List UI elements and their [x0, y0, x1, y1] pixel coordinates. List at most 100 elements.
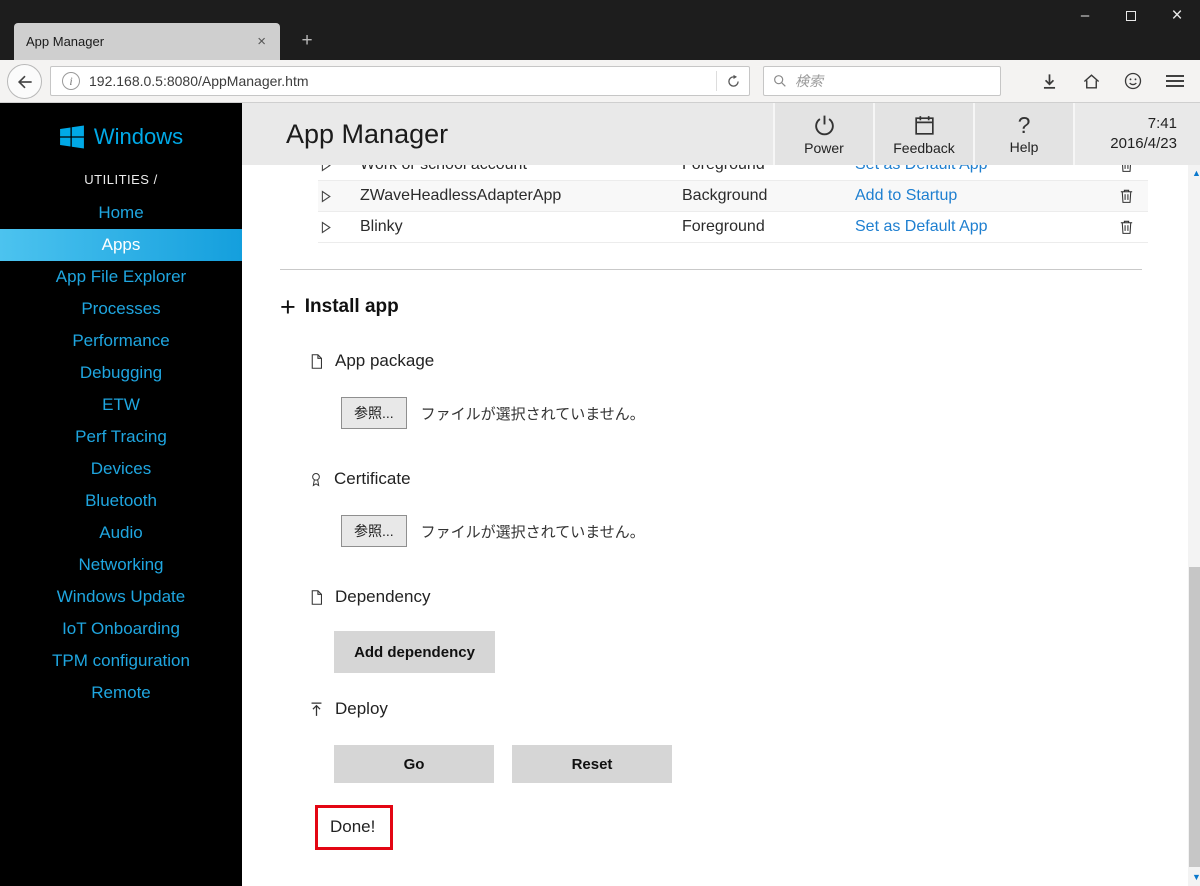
sidebar-item-devices[interactable]: Devices [0, 453, 242, 485]
sidebar-item-windows-update[interactable]: Windows Update [0, 581, 242, 613]
app-action-link[interactable]: Set as Default App [855, 165, 988, 173]
install-app-title: Install app [304, 296, 399, 317]
back-button[interactable] [7, 64, 42, 99]
search-input[interactable]: 検索 [763, 66, 1001, 96]
feedback-icon [914, 115, 934, 135]
sidebar-item-perf-tracing[interactable]: Perf Tracing [0, 421, 242, 453]
vertical-scrollbar[interactable]: ▲ ▼ [1188, 165, 1200, 886]
scroll-down-arrow[interactable]: ▼ [1188, 869, 1200, 886]
sidebar-item-home[interactable]: Home [0, 197, 242, 229]
windows-logo-icon [59, 125, 84, 149]
app-name: Work or school account [360, 165, 682, 174]
uninstall-button[interactable] [1118, 165, 1148, 174]
help-button[interactable]: ? Help [973, 103, 1073, 165]
sidebar-item-apps[interactable]: Apps [0, 229, 242, 261]
browser-tab[interactable]: App Manager × [14, 23, 280, 60]
reload-icon [727, 74, 739, 87]
deploy-label: Deploy [308, 699, 1188, 719]
power-icon [814, 115, 834, 135]
clock-date: 2016/4/23 [1110, 135, 1177, 152]
app-name: ZWaveHeadlessAdapterApp [360, 187, 562, 204]
sidebar-item-audio[interactable]: Audio [0, 517, 242, 549]
tab-close-icon[interactable]: × [255, 33, 268, 50]
installed-apps-table: Work or school account Foreground Set as… [318, 165, 1148, 243]
certificate-text: Certificate [334, 469, 411, 488]
sidebar-item-remote[interactable]: Remote [0, 677, 242, 709]
deploy-text: Deploy [335, 699, 388, 718]
app-package-browse-button[interactable]: 参照... [341, 397, 407, 429]
sidebar-item-processes[interactable]: Processes [0, 293, 242, 325]
tab-title: App Manager [26, 34, 105, 49]
windows-brand[interactable]: Windows [0, 124, 242, 150]
menu-button[interactable] [1154, 65, 1196, 97]
section-divider [280, 269, 1142, 270]
app-action-link[interactable]: Add to Startup [855, 187, 957, 204]
sidebar-item-iot-onboarding[interactable]: IoT Onboarding [0, 613, 242, 645]
help-icon: ? [1017, 112, 1031, 138]
maximize-icon [1126, 10, 1136, 21]
trash-icon [1120, 220, 1133, 234]
run-app-button[interactable] [318, 189, 360, 204]
certificate-browse-button[interactable]: 参照... [341, 515, 407, 547]
app-state: Background [682, 187, 768, 204]
browser-navbar: i 192.168.0.5:8080/AppManager.htm 検索 [0, 60, 1200, 103]
power-button[interactable]: Power [773, 103, 873, 165]
new-tab-button[interactable]: + [292, 28, 322, 54]
app-name: Blinky [360, 218, 403, 235]
sidebar-item-debugging[interactable]: Debugging [0, 357, 242, 389]
maximize-button[interactable] [1108, 0, 1154, 31]
sidebar-item-bluetooth[interactable]: Bluetooth [0, 485, 242, 517]
document-icon [311, 589, 322, 605]
back-arrow-icon [17, 75, 32, 88]
feedback-smiley-button[interactable] [1112, 65, 1154, 97]
home-button[interactable] [1070, 65, 1112, 97]
feedback-button[interactable]: Feedback [873, 103, 973, 165]
play-icon [321, 190, 331, 202]
add-dependency-button[interactable]: Add dependency [334, 631, 495, 673]
clock: 7:41 2016/4/23 [1073, 103, 1200, 165]
site-info-icon[interactable]: i [62, 72, 80, 90]
uninstall-button[interactable] [1118, 218, 1148, 236]
window-controls: – × [1062, 0, 1200, 31]
device-portal-page: Windows UTILITIES / Home Apps App File E… [0, 103, 1200, 886]
sidebar-nav: Home Apps App File Explorer Processes Pe… [0, 197, 242, 709]
navbar-icons [1028, 65, 1196, 97]
sidebar: Windows UTILITIES / Home Apps App File E… [0, 103, 242, 886]
upload-icon [311, 701, 322, 716]
main-column: App Manager Power Feedback ? Help 7:41 2… [242, 103, 1200, 886]
sidebar-item-performance[interactable]: Performance [0, 325, 242, 357]
reset-button[interactable]: Reset [512, 745, 672, 783]
dependency-text: Dependency [335, 587, 431, 606]
uninstall-button[interactable] [1118, 187, 1148, 205]
url-text[interactable]: 192.168.0.5:8080/AppManager.htm [89, 73, 716, 89]
smiley-icon [1124, 72, 1142, 90]
app-package-label: App package [308, 351, 1188, 371]
help-label: Help [1009, 139, 1039, 155]
app-action-link[interactable]: Set as Default App [855, 218, 988, 235]
run-app-button[interactable] [318, 220, 360, 235]
scroll-up-arrow[interactable]: ▲ [1188, 165, 1200, 182]
done-status-badge: Done! [315, 805, 394, 850]
download-icon [1043, 73, 1055, 89]
scrollbar-thumb[interactable] [1189, 567, 1200, 867]
certificate-no-file-text: ファイルが選択されていません。 [420, 523, 645, 541]
close-button[interactable]: × [1154, 0, 1200, 31]
sidebar-item-tpm-configuration[interactable]: TPM configuration [0, 645, 242, 677]
sidebar-item-app-file-explorer[interactable]: App File Explorer [0, 261, 242, 293]
downloads-button[interactable] [1028, 65, 1070, 97]
table-row: Blinky Foreground Set as Default App [318, 212, 1148, 243]
reload-button[interactable] [717, 67, 749, 95]
go-button[interactable]: Go [334, 745, 494, 783]
trash-icon [1122, 165, 1131, 172]
run-app-button[interactable] [318, 165, 360, 173]
play-icon [321, 165, 331, 171]
search-icon [774, 75, 786, 87]
app-state: Foreground [682, 165, 855, 174]
document-icon [311, 353, 322, 369]
table-row-clipped: Work or school account Foreground Set as… [318, 165, 1148, 181]
address-bar[interactable]: i 192.168.0.5:8080/AppManager.htm [50, 66, 750, 96]
sidebar-item-etw[interactable]: ETW [0, 389, 242, 421]
feedback-label: Feedback [893, 139, 955, 156]
sidebar-item-networking[interactable]: Networking [0, 549, 242, 581]
minimize-button[interactable]: – [1062, 0, 1108, 31]
